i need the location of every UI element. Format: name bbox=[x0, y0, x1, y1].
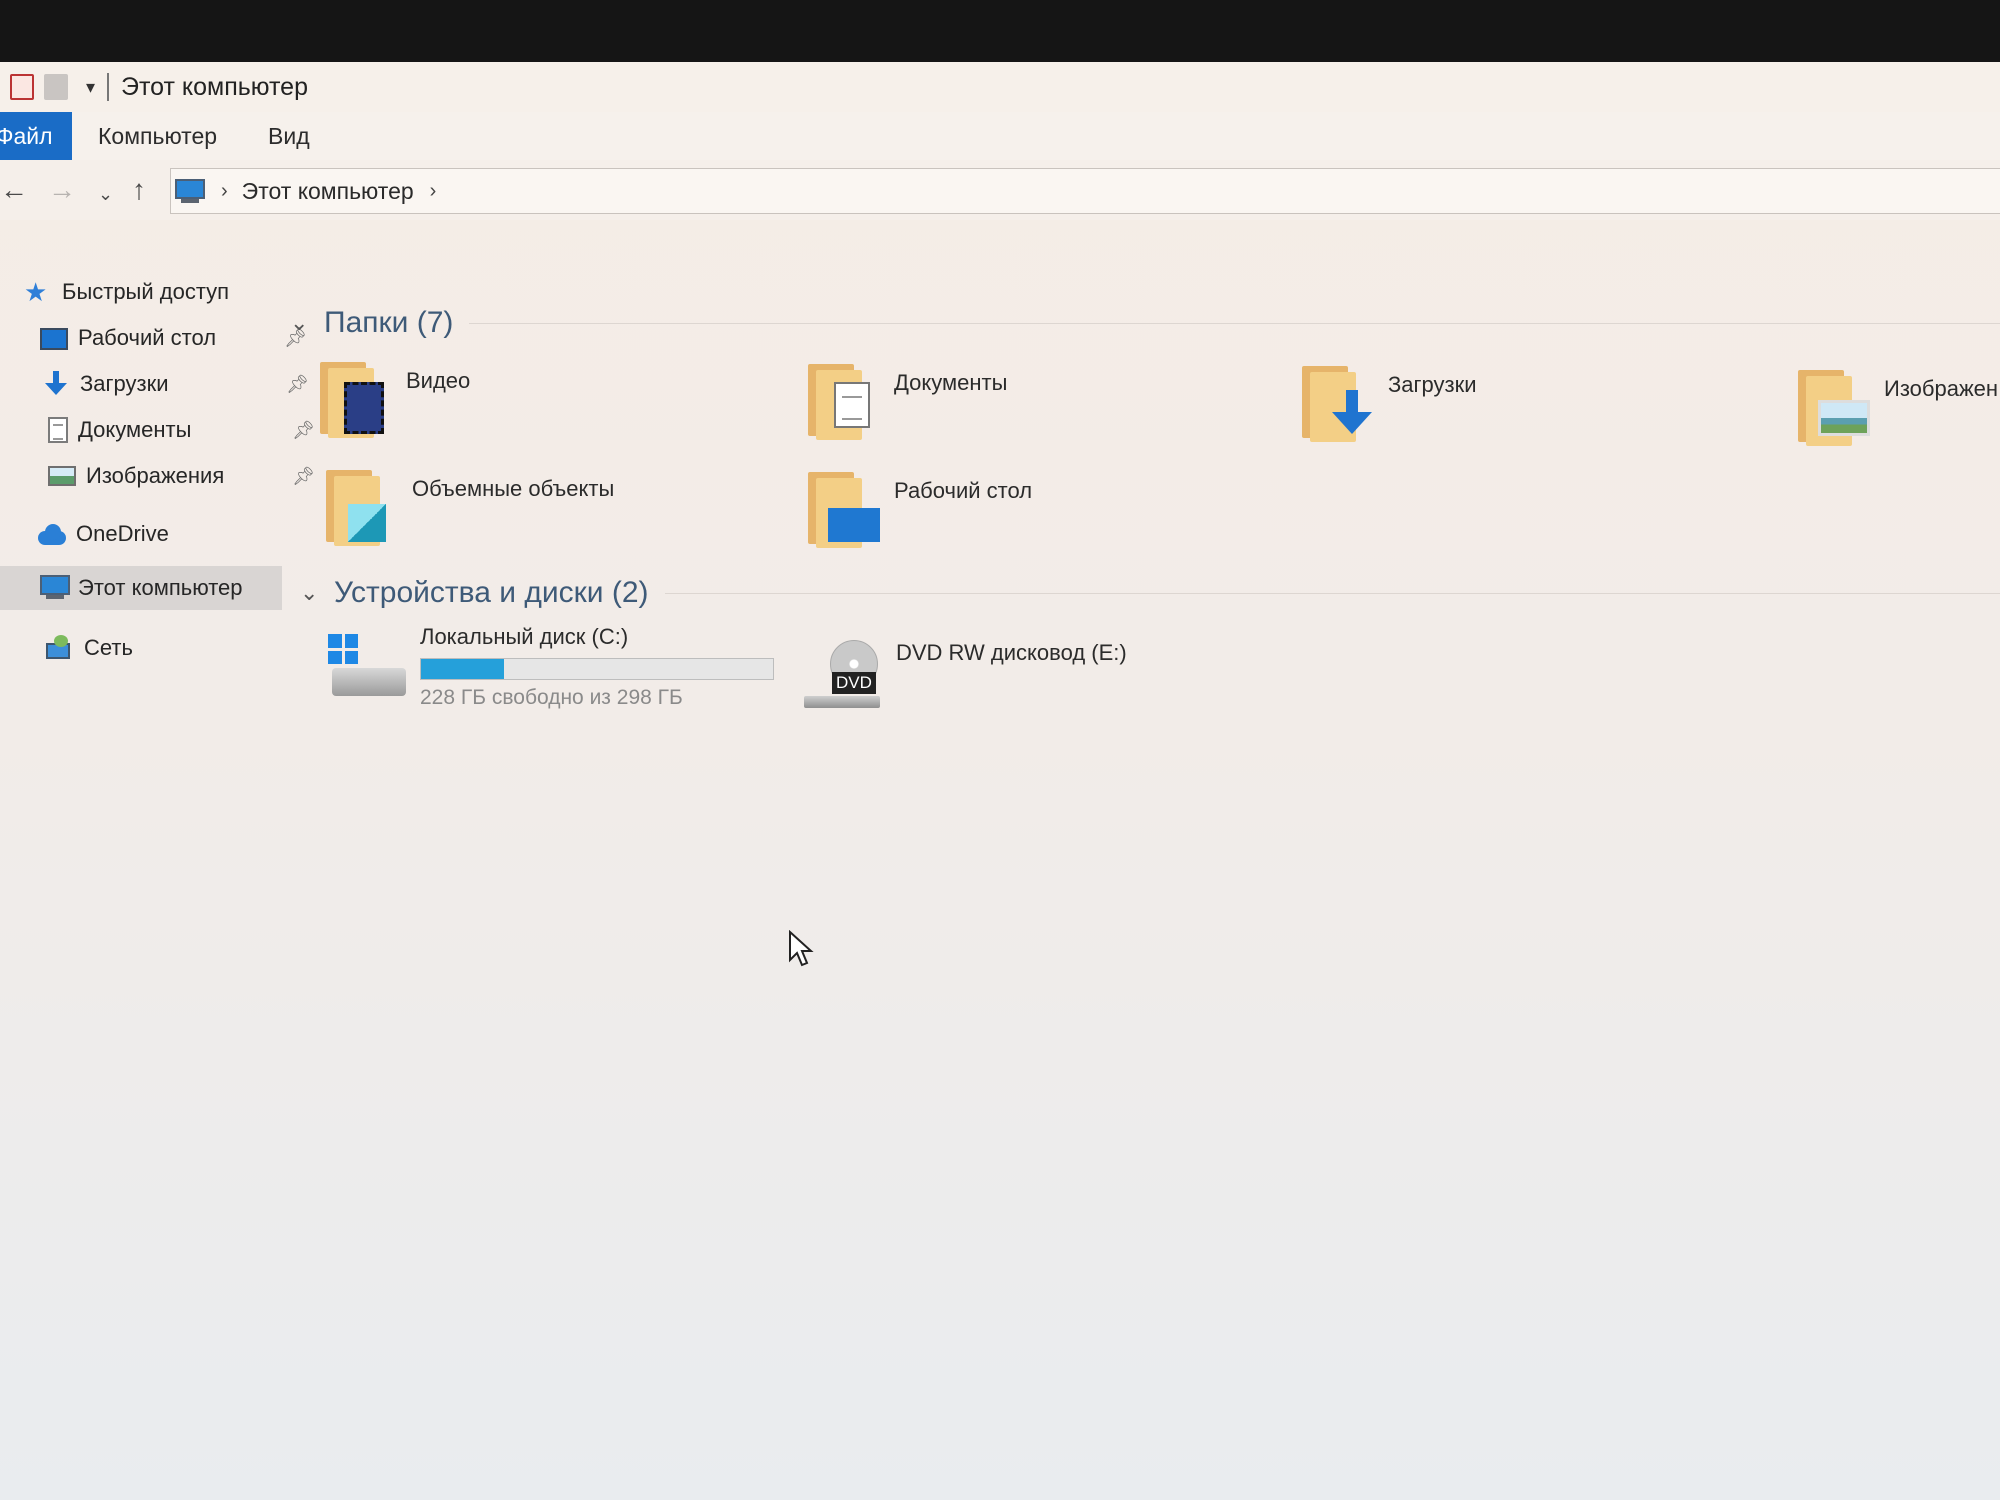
properties-icon[interactable] bbox=[10, 74, 34, 100]
sidebar-item-label: Быстрый доступ bbox=[62, 279, 230, 304]
local-disk-icon bbox=[328, 634, 408, 700]
documents-folder-icon bbox=[808, 364, 874, 440]
up-arrow-icon[interactable]: ↑ bbox=[132, 174, 146, 206]
navigation-pane: ★ Быстрый доступ Рабочий стол 📌︎ Загрузк… bbox=[0, 220, 315, 1500]
sidebar-item-desktop[interactable]: Рабочий стол 📌︎ bbox=[0, 316, 325, 360]
document-icon bbox=[48, 417, 68, 443]
group-title: Папки (7) bbox=[324, 306, 454, 339]
download-icon bbox=[42, 371, 70, 397]
breadcrumb-chevron-icon[interactable]: › bbox=[430, 180, 437, 203]
windows-logo-icon bbox=[328, 634, 358, 664]
sidebar-item-label: Изображения bbox=[86, 463, 225, 488]
navigation-bar: ← → ⌄ ↑ › Этот компьютер › bbox=[0, 160, 2000, 220]
sidebar-item-label: OneDrive bbox=[76, 521, 169, 546]
chevron-down-icon[interactable]: ⌄ bbox=[300, 580, 322, 606]
dvd-badge: DVD bbox=[832, 672, 876, 694]
divider bbox=[664, 592, 2000, 594]
disk-usage-fill bbox=[421, 659, 504, 679]
sidebar-item-quick-access[interactable]: ★ Быстрый доступ bbox=[0, 270, 309, 314]
sidebar-item-downloads[interactable]: Загрузки 📌︎ bbox=[0, 362, 327, 406]
image-icon bbox=[48, 466, 76, 486]
window-title: Этот компьютер bbox=[121, 72, 308, 101]
forward-arrow-icon[interactable]: → bbox=[48, 174, 76, 206]
computer-icon bbox=[175, 179, 205, 203]
divider bbox=[469, 322, 2000, 324]
chevron-down-icon[interactable]: ⌄ bbox=[290, 310, 312, 336]
sidebar-item-onedrive[interactable]: OneDrive bbox=[0, 512, 321, 556]
cloud-icon bbox=[36, 521, 66, 547]
desktop-icon bbox=[40, 328, 68, 350]
sidebar-item-label: Рабочий стол bbox=[78, 325, 217, 350]
folder-label: Загрузки bbox=[1388, 372, 1477, 397]
sidebar-item-label: Документы bbox=[78, 417, 192, 442]
explorer-window: ▾ Этот компьютер Файл Компьютер Вид ← → … bbox=[0, 62, 2000, 1500]
drive-tile-dvd-e[interactable]: DVD DVD RW дисковод (E:) bbox=[804, 640, 1264, 740]
drive-label: DVD RW дисковод (E:) bbox=[896, 640, 1127, 665]
drive-label: Локальный диск (C:) bbox=[420, 624, 629, 649]
tab-view[interactable]: Вид bbox=[268, 112, 310, 160]
quick-access-toolbar-dropdown-icon[interactable]: ▾ bbox=[86, 77, 95, 98]
sidebar-item-label: Сеть bbox=[84, 635, 133, 660]
computer-icon bbox=[40, 575, 70, 601]
new-folder-icon[interactable] bbox=[44, 74, 68, 100]
folder-tile-downloads[interactable]: Загрузки bbox=[1302, 366, 1762, 456]
sidebar-item-documents[interactable]: Документы 📌︎ bbox=[0, 408, 333, 452]
star-icon: ★ bbox=[24, 277, 48, 307]
sidebar-item-label: Загрузки bbox=[80, 371, 169, 396]
folders-group-header[interactable]: ⌄ Папки (7) bbox=[290, 306, 2000, 340]
folder-label: Рабочий стол bbox=[894, 478, 1033, 503]
downloads-folder-icon bbox=[1302, 366, 1372, 442]
drive-tile-local-disk-c[interactable]: Локальный диск (C:) 228 ГБ свободно из 2… bbox=[328, 624, 788, 724]
disk-usage-bar bbox=[420, 658, 774, 680]
title-separator bbox=[107, 73, 110, 101]
sidebar-item-this-pc[interactable]: Этот компьютер bbox=[0, 566, 282, 610]
folder-tile-3d-objects[interactable]: Объемные объекты bbox=[326, 470, 786, 560]
folder-label: Видео bbox=[406, 368, 471, 393]
recent-locations-chevron-icon[interactable]: ⌄ bbox=[98, 178, 113, 210]
tab-file[interactable]: Файл bbox=[0, 112, 72, 160]
content-pane: ⌄ Папки (7) Видео Документы Загрузки Изо… bbox=[290, 220, 2000, 1500]
3d-objects-folder-icon bbox=[326, 470, 392, 546]
network-icon bbox=[44, 635, 74, 661]
video-folder-icon bbox=[320, 362, 386, 438]
folder-tile-documents[interactable]: Документы bbox=[808, 364, 1268, 454]
dvd-drive-icon: DVD bbox=[804, 640, 884, 708]
folder-label: Документы bbox=[894, 370, 1008, 395]
sidebar-item-pictures[interactable]: Изображения 📌︎ bbox=[0, 454, 333, 498]
pictures-folder-icon bbox=[1798, 370, 1870, 446]
breadcrumb-this-pc[interactable]: Этот компьютер bbox=[242, 178, 414, 205]
devices-group-header[interactable]: ⌄ Устройства и диски (2) bbox=[300, 576, 2000, 610]
folder-tile-pictures[interactable]: Изображен bbox=[1798, 370, 2000, 460]
address-bar[interactable]: › Этот компьютер › bbox=[170, 168, 2000, 214]
back-arrow-icon[interactable]: ← bbox=[0, 174, 28, 206]
folder-label: Изображен bbox=[1884, 376, 1999, 401]
title-bar: ▾ Этот компьютер bbox=[0, 62, 2000, 112]
sidebar-item-network[interactable]: Сеть bbox=[0, 626, 329, 670]
tab-computer[interactable]: Компьютер bbox=[98, 112, 217, 160]
ribbon-tabs: Файл Компьютер Вид bbox=[0, 112, 2000, 161]
sidebar-item-label: Этот компьютер bbox=[78, 575, 243, 600]
desktop-folder-icon bbox=[808, 472, 880, 548]
breadcrumb-chevron-icon[interactable]: › bbox=[221, 180, 228, 203]
group-title: Устройства и диски (2) bbox=[334, 576, 649, 609]
folder-label: Объемные объекты bbox=[412, 476, 615, 501]
folder-tile-video[interactable]: Видео bbox=[320, 362, 780, 452]
folder-tile-desktop[interactable]: Рабочий стол bbox=[808, 472, 1268, 562]
drive-free-space: 228 ГБ свободно из 298 ГБ bbox=[420, 686, 683, 709]
